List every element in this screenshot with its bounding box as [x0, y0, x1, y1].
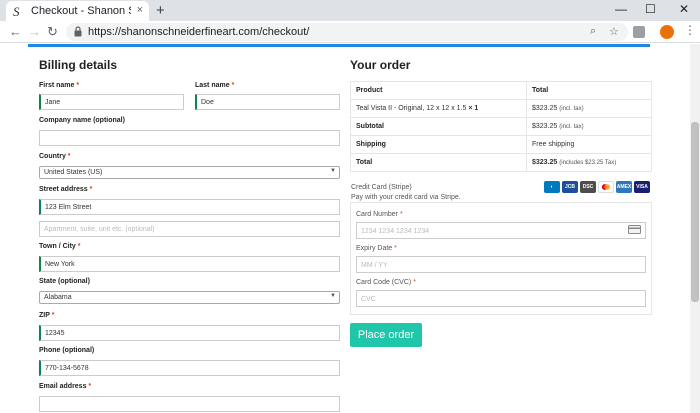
credit-card-icon — [628, 225, 641, 234]
profile-avatar-icon[interactable] — [660, 25, 674, 39]
cvc-input[interactable]: CVC — [356, 290, 646, 307]
table-row: Subtotal $323.25 (incl. tax) — [350, 117, 652, 136]
col-total-header: Total — [526, 81, 652, 100]
table-header-row: Product Total — [350, 81, 652, 100]
table-row: Shipping Free shipping — [350, 135, 652, 154]
shipping-value: Free shipping — [526, 135, 652, 154]
visa-card-icon: VISA — [634, 181, 650, 193]
last-name-input[interactable]: Doe — [195, 94, 340, 110]
company-label: Company name (optional) — [39, 117, 125, 124]
country-selected-value: United States (US) — [44, 169, 103, 176]
billing-heading: Billing details — [39, 58, 118, 72]
payment-method-title[interactable]: Credit Card (Stripe) — [351, 184, 412, 191]
maximize-button[interactable]: ☐ — [645, 2, 656, 16]
tab-title: Checkout - Shanon Schneider — [31, 5, 131, 17]
page-scrollbar[interactable] — [690, 44, 700, 413]
extension-icon[interactable] — [633, 26, 645, 38]
discover-card-icon: DSC — [580, 181, 596, 193]
country-select[interactable]: United States (US) ▼ — [39, 166, 340, 179]
amex-card-icon: AMEX — [616, 181, 632, 193]
zip-label: ZIP * — [39, 312, 55, 319]
scrollbar-thumb[interactable] — [691, 122, 699, 302]
order-review-table: Product Total Teal Vista II - Original, … — [350, 81, 652, 172]
omnibox[interactable]: https://shanonschneiderfineart.com/check… — [66, 23, 628, 41]
payment-method-desc: Pay with your credit card via Stripe. — [351, 194, 461, 201]
last-name-label: Last name * — [195, 82, 235, 89]
street-input[interactable]: 123 Elm Street — [39, 199, 340, 215]
browser-menu-icon[interactable]: ⋮ — [684, 23, 696, 37]
chevron-down-icon: ▼ — [330, 293, 336, 299]
expiry-input[interactable]: MM / YY — [356, 256, 646, 273]
country-label: Country * — [39, 153, 71, 160]
subtotal-value: $323.25 (incl. tax) — [526, 117, 652, 136]
address-bar: ← → ↻ https://shanonschneiderfineart.com… — [0, 21, 700, 43]
phone-label: Phone (optional) — [39, 347, 95, 354]
state-label: State (optional) — [39, 278, 90, 285]
company-input[interactable] — [39, 130, 340, 146]
back-arrow-icon[interactable]: ← — [9, 24, 22, 39]
state-selected-value: Alabama — [44, 294, 72, 301]
state-select[interactable]: Alabama ▼ — [39, 291, 340, 304]
checkout-page: Billing details First name * Jane Last n… — [0, 44, 700, 413]
subtotal-label: Subtotal — [350, 117, 527, 136]
card-number-label: Card Number * — [356, 211, 403, 218]
order-heading: Your order — [350, 58, 411, 72]
minimize-button[interactable]: — — [615, 2, 627, 16]
zip-input[interactable]: 12345 — [39, 325, 340, 341]
street-label: Street address * — [39, 186, 93, 193]
place-order-button[interactable]: Place order — [350, 323, 422, 347]
new-tab-button[interactable]: + — [156, 2, 165, 19]
first-name-input[interactable]: Jane — [39, 94, 184, 110]
lock-icon — [74, 26, 82, 37]
email-label: Email address * — [39, 383, 92, 390]
zoom-search-icon[interactable]: ⌕ — [590, 25, 596, 38]
order-item-cell: Teal Vista II - Original, 12 x 12 x 1.5 … — [350, 99, 527, 118]
tab-close-icon[interactable]: × — [137, 4, 143, 16]
close-window-button[interactable]: ✕ — [679, 2, 689, 16]
table-row: Total $323.25 (includes $23.25 Tax) — [350, 153, 652, 172]
city-input[interactable]: New York — [39, 256, 340, 272]
order-item-name: Teal Vista II - Original, 12 x 12 x 1.5 — [356, 105, 467, 112]
card-number-input[interactable]: 1234 1234 1234 1234 — [356, 222, 646, 239]
forward-arrow-icon[interactable]: → — [28, 24, 41, 39]
url-text[interactable]: https://shanonschneiderfineart.com/check… — [88, 26, 309, 38]
site-favicon-icon: S — [13, 4, 20, 19]
tab-bar: S Checkout - Shanon Schneider × + — ☐ ✕ — [0, 0, 700, 21]
header-accent-strip — [28, 44, 650, 47]
email-input[interactable] — [39, 396, 340, 412]
order-item-total-cell: $323.25 (incl. tax) — [526, 99, 652, 118]
total-value: $323.25 (includes $23.25 Tax) — [526, 153, 652, 172]
expiry-label: Expiry Date * — [356, 245, 397, 252]
jcb-card-icon: JCB — [562, 181, 578, 193]
street2-input[interactable]: Apartment, suite, unit etc. (optional) — [39, 221, 340, 237]
diners-card-icon: ◐ — [544, 181, 560, 193]
browser-tab[interactable]: S Checkout - Shanon Schneider × — [6, 1, 149, 21]
phone-input[interactable]: 770-134-5678 — [39, 360, 340, 376]
city-label: Town / City * — [39, 243, 81, 250]
shipping-label: Shipping — [350, 135, 527, 154]
first-name-label: First name * — [39, 82, 80, 89]
col-product-header: Product — [350, 81, 527, 100]
chevron-down-icon: ▼ — [330, 168, 336, 174]
bookmark-star-icon[interactable]: ☆ — [609, 25, 619, 38]
table-row: Teal Vista II - Original, 12 x 12 x 1.5 … — [350, 99, 652, 118]
order-item-qty: × 1 — [468, 105, 479, 112]
mastercard-icon — [598, 181, 614, 193]
reload-icon[interactable]: ↻ — [47, 24, 58, 40]
total-label: Total — [350, 153, 527, 172]
stripe-card-form: Card Number * 1234 1234 1234 1234 Expiry… — [350, 202, 652, 315]
cvc-label: Card Code (CVC) * — [356, 279, 416, 286]
